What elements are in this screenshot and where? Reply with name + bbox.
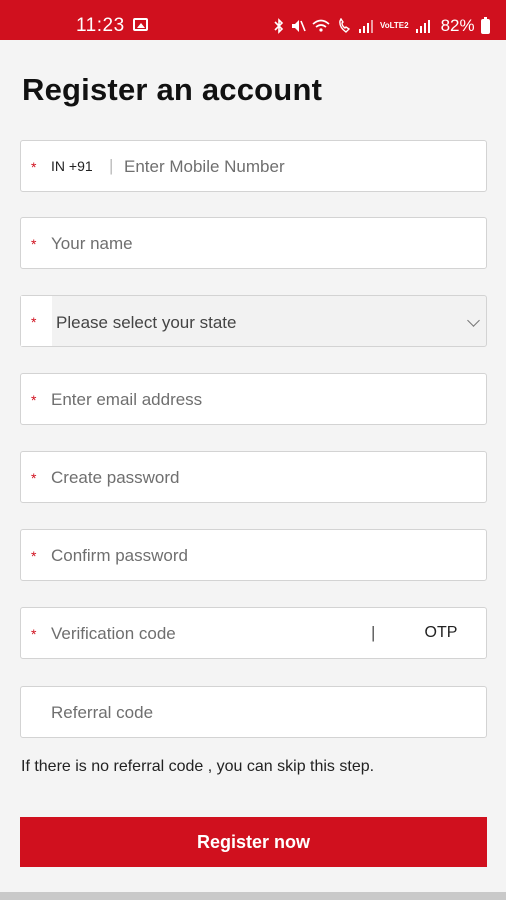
required-mark: * bbox=[31, 236, 37, 252]
call-icon bbox=[339, 18, 351, 33]
bottom-divider bbox=[0, 892, 506, 900]
state-select-placeholder: Please select your state bbox=[56, 313, 237, 332]
required-mark: * bbox=[31, 548, 37, 564]
name-placeholder: Your name bbox=[51, 234, 133, 253]
email-placeholder: Enter email address bbox=[51, 390, 203, 409]
chevron-down-icon bbox=[467, 314, 480, 327]
bluetooth-icon bbox=[274, 18, 284, 34]
required-mark: * bbox=[31, 392, 37, 408]
country-code-separator: | bbox=[109, 156, 114, 175]
battery-percentage: 82% bbox=[440, 16, 475, 35]
mobile-number-field[interactable]: * IN +91 | Enter Mobile Number bbox=[20, 140, 487, 192]
signal-icon bbox=[359, 20, 373, 33]
required-mark: * bbox=[31, 470, 37, 486]
volte-indicator: VoLTE2 bbox=[380, 21, 409, 30]
referral-code-placeholder: Referral code bbox=[51, 703, 154, 722]
password-field[interactable]: * Create password bbox=[20, 451, 487, 503]
confirm-password-field[interactable]: * Confirm password bbox=[20, 529, 487, 581]
status-time: 11:23 bbox=[76, 15, 125, 36]
register-now-button[interactable]: Register now bbox=[20, 817, 487, 867]
verification-code-field[interactable]: * Verification code | OTP bbox=[20, 607, 487, 659]
country-code-selector[interactable]: IN +91 bbox=[51, 158, 93, 174]
select-lead bbox=[21, 296, 52, 346]
mobile-number-placeholder: Enter Mobile Number bbox=[124, 157, 285, 176]
otp-separator: | bbox=[371, 623, 376, 642]
referral-hint: If there is no referral code , you can s… bbox=[21, 758, 375, 775]
gallery-icon bbox=[133, 18, 148, 31]
referral-code-field[interactable]: Referral code bbox=[20, 686, 487, 738]
required-mark: * bbox=[31, 159, 37, 175]
password-placeholder: Create password bbox=[51, 468, 180, 487]
system-icons: VoLTE2 82% bbox=[274, 14, 490, 38]
page-title: Register an account bbox=[22, 72, 323, 107]
signal-icon-2 bbox=[415, 20, 430, 33]
required-mark: * bbox=[31, 626, 37, 642]
wifi-calling-icon bbox=[312, 19, 330, 32]
confirm-password-placeholder: Confirm password bbox=[51, 546, 188, 565]
otp-button[interactable]: OTP bbox=[401, 608, 481, 658]
status-bar: 11:23 VoLTE2 82% bbox=[0, 0, 506, 40]
state-select[interactable]: * Please select your state bbox=[20, 295, 487, 347]
mute-icon bbox=[292, 20, 306, 32]
required-mark: * bbox=[31, 314, 37, 330]
battery-icon bbox=[480, 16, 490, 34]
name-field[interactable]: * Your name bbox=[20, 217, 487, 269]
email-field[interactable]: * Enter email address bbox=[20, 373, 487, 425]
verification-code-placeholder: Verification code bbox=[51, 624, 176, 643]
